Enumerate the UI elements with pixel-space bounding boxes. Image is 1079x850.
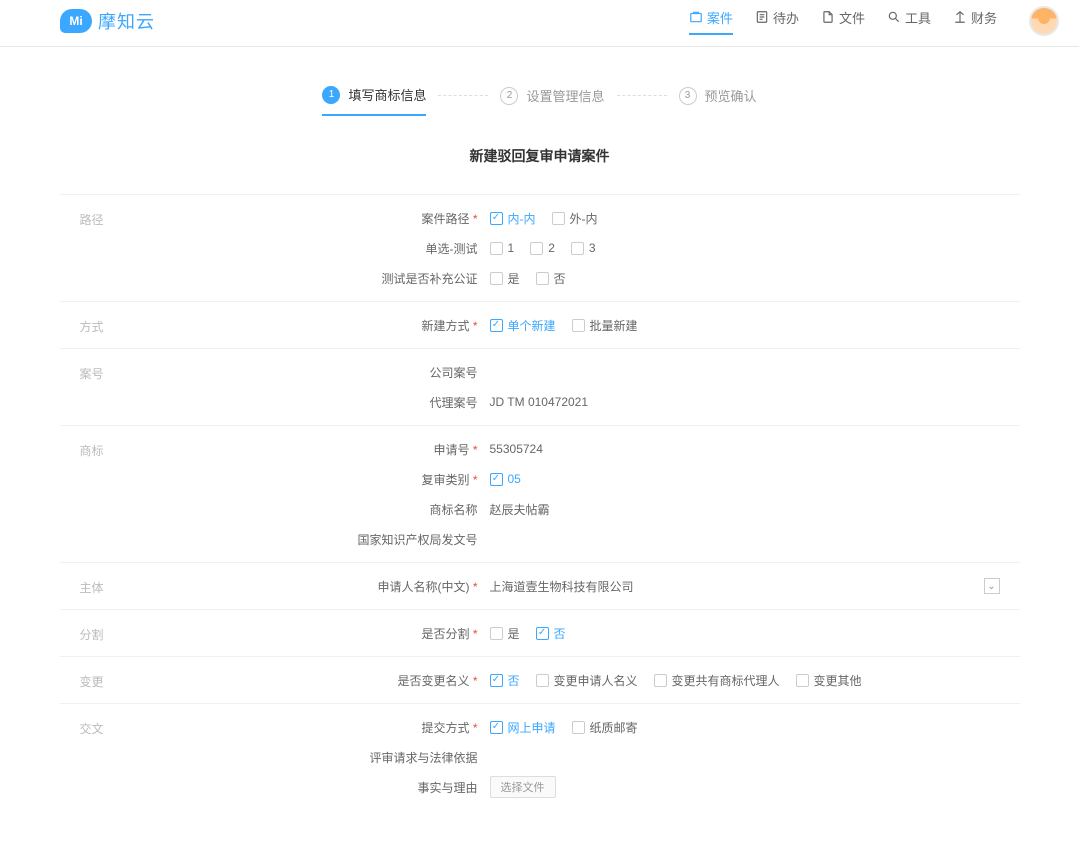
submit-paper[interactable]: 纸质邮寄 <box>572 719 638 736</box>
step-divider <box>617 95 667 96</box>
app-no-label: 申请号 <box>240 441 490 458</box>
section-caseno: 案号 公司案号 代理案号 JD TM 010472021 <box>60 348 1020 425</box>
page-title: 新建驳回复审申请案件 <box>60 146 1020 166</box>
section-subject: 主体 申请人名称(中文) 上海道壹生物科技有限公司 ⌄ <box>60 562 1020 609</box>
logo-text: 摩知云 <box>98 8 155 34</box>
section-caseno-heading: 案号 <box>60 357 240 417</box>
review-basis-label: 评审请求与法律依据 <box>240 749 490 766</box>
facts-label: 事实与理由 <box>240 779 490 796</box>
change-no[interactable]: 否 <box>490 672 520 689</box>
search-icon <box>887 10 901 24</box>
avatar[interactable] <box>1029 6 1059 36</box>
todo-icon <box>755 10 769 24</box>
nav-cases[interactable]: 案件 <box>689 8 733 35</box>
top-nav: 案件 待办 文件 工具 财务 <box>689 6 1059 36</box>
tm-name-value: 赵辰夫帖霸 <box>490 501 550 518</box>
single-test-3[interactable]: 3 <box>571 241 596 255</box>
case-icon <box>689 10 703 24</box>
notarize-yes[interactable]: 是 <box>490 270 520 287</box>
main-content: 1 填写商标信息 2 设置管理信息 3 预览确认 新建驳回复审申请案件 路径 案… <box>60 47 1020 850</box>
file-icon <box>821 10 835 24</box>
submit-online[interactable]: 网上申请 <box>490 719 556 736</box>
steps: 1 填写商标信息 2 设置管理信息 3 预览确认 <box>60 85 1020 116</box>
nav-tools[interactable]: 工具 <box>887 8 931 35</box>
finance-icon <box>953 10 967 24</box>
single-test-label: 单选-测试 <box>240 240 490 257</box>
split-yes[interactable]: 是 <box>490 625 520 642</box>
step-2-num: 2 <box>500 87 518 105</box>
tm-name-label: 商标名称 <box>240 501 490 518</box>
nav-finance[interactable]: 财务 <box>953 8 997 35</box>
section-trademark-heading: 商标 <box>60 434 240 554</box>
review-cat-05[interactable]: 05 <box>490 472 521 486</box>
agent-caseno-value: JD TM 010472021 <box>490 395 589 409</box>
section-path-heading: 路径 <box>60 203 240 293</box>
applicant-label: 申请人名称(中文) <box>240 578 490 595</box>
select-file-button[interactable]: 选择文件 <box>490 776 556 798</box>
step-3-num: 3 <box>679 87 697 105</box>
step-1-num: 1 <box>322 86 340 104</box>
section-method-heading: 方式 <box>60 310 240 340</box>
change-other[interactable]: 变更其他 <box>796 672 862 689</box>
step-3[interactable]: 3 预览确认 <box>679 86 757 115</box>
step-2[interactable]: 2 设置管理信息 <box>500 86 604 115</box>
split-no[interactable]: 否 <box>536 625 566 642</box>
section-change-heading: 变更 <box>60 665 240 695</box>
section-trademark: 商标 申请号 55305724 复审类别 05 商标名称 赵辰夫帖霸 国家知识产… <box>60 425 1020 562</box>
section-method: 方式 新建方式 单个新建 批量新建 <box>60 301 1020 348</box>
cnipa-label: 国家知识产权局发文号 <box>240 531 490 548</box>
case-path-label: 案件路径 <box>240 210 490 227</box>
section-change: 变更 是否变更名义 否 变更申请人名义 变更共有商标代理人 变更其他 <box>60 656 1020 703</box>
header: Mi 摩知云 案件 待办 文件 工具 财务 <box>0 0 1079 47</box>
create-single[interactable]: 单个新建 <box>490 317 556 334</box>
nav-files[interactable]: 文件 <box>821 8 865 35</box>
change-coagent[interactable]: 变更共有商标代理人 <box>654 672 780 689</box>
logo-icon: Mi <box>60 9 92 33</box>
nav-todo[interactable]: 待办 <box>755 8 799 35</box>
create-method-label: 新建方式 <box>240 317 490 334</box>
company-caseno-label: 公司案号 <box>240 364 490 381</box>
notarize-label: 测试是否补充公证 <box>240 270 490 287</box>
change-label: 是否变更名义 <box>240 672 490 689</box>
submit-method-label: 提交方式 <box>240 719 490 736</box>
expand-icon[interactable]: ⌄ <box>984 578 1000 594</box>
section-split: 分割 是否分割 是 否 <box>60 609 1020 656</box>
section-path: 路径 案件路径 内-内 外-内 单选-测试 1 2 3 测试是否补充公证 <box>60 194 1020 301</box>
step-1[interactable]: 1 填写商标信息 <box>322 85 426 116</box>
notarize-no[interactable]: 否 <box>536 270 566 287</box>
case-path-outer[interactable]: 外-内 <box>552 210 598 227</box>
app-no-value: 55305724 <box>490 442 543 456</box>
single-test-2[interactable]: 2 <box>530 241 555 255</box>
split-label: 是否分割 <box>240 625 490 642</box>
section-submit-heading: 交文 <box>60 712 240 802</box>
logo[interactable]: Mi 摩知云 <box>60 8 155 34</box>
section-submit: 交文 提交方式 网上申请 纸质邮寄 评审请求与法律依据 事实与理由 选择文件 <box>60 703 1020 810</box>
change-applicant[interactable]: 变更申请人名义 <box>536 672 638 689</box>
section-split-heading: 分割 <box>60 618 240 648</box>
applicant-value: 上海道壹生物科技有限公司 <box>490 578 634 595</box>
review-cat-label: 复审类别 <box>240 471 490 488</box>
section-subject-heading: 主体 <box>60 571 240 601</box>
agent-caseno-label: 代理案号 <box>240 394 490 411</box>
step-divider <box>438 95 488 96</box>
create-batch[interactable]: 批量新建 <box>572 317 638 334</box>
single-test-1[interactable]: 1 <box>490 241 515 255</box>
case-path-inner[interactable]: 内-内 <box>490 210 536 227</box>
